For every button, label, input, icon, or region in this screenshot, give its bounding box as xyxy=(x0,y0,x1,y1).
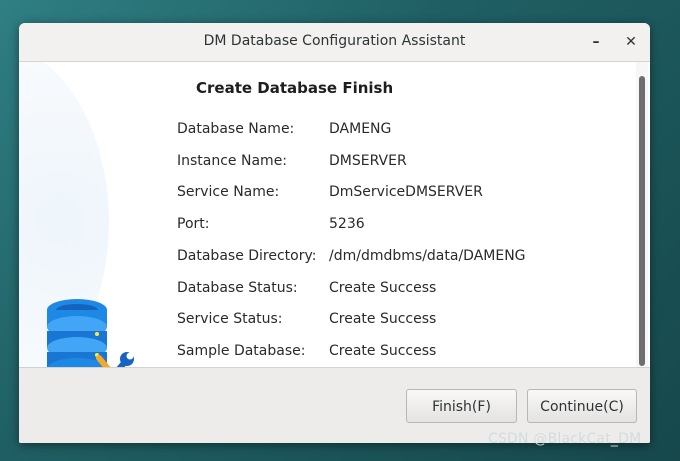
info-row-service-name: Service Name: DmServiceDMSERVER xyxy=(177,184,597,204)
info-label: Service Name: xyxy=(177,184,280,200)
info-value: Create Success xyxy=(329,280,437,296)
info-label: Port: xyxy=(177,216,210,232)
continue-button[interactable]: Continue(C) xyxy=(527,389,637,423)
info-row-database-status: Database Status: Create Success xyxy=(177,280,597,300)
info-value: /dm/dmdbms/data/DAMENG xyxy=(329,248,526,264)
info-value: DmServiceDMSERVER xyxy=(329,184,483,200)
info-value: DAMENG xyxy=(329,121,392,137)
window-title: DM Database Configuration Assistant xyxy=(203,33,466,49)
scrollbar-thumb[interactable] xyxy=(639,76,645,366)
info-label: Sample Database: xyxy=(177,343,306,359)
info-row-sample-database: Sample Database: Create Success xyxy=(177,343,597,363)
close-button[interactable]: ✕ xyxy=(620,31,642,53)
info-label: Database Name: xyxy=(177,121,295,137)
info-label: Instance Name: xyxy=(177,153,288,169)
content-area: Create Database Finish Database Name: DA… xyxy=(19,62,650,367)
title-bar[interactable]: DM Database Configuration Assistant – ✕ xyxy=(19,23,650,62)
info-row-database-name: Database Name: DAMENG xyxy=(177,121,597,141)
finish-button[interactable]: Finish(F) xyxy=(406,389,517,423)
info-value: DMSERVER xyxy=(329,153,407,169)
dialog-window: DM Database Configuration Assistant – ✕ … xyxy=(19,23,650,443)
info-label: Service Status: xyxy=(177,311,283,327)
info-row-instance-name: Instance Name: DMSERVER xyxy=(177,153,597,173)
database-tools-icon xyxy=(47,299,134,367)
page-heading: Create Database Finish xyxy=(196,79,394,97)
info-label: Database Directory: xyxy=(177,248,317,264)
vertical-scrollbar[interactable] xyxy=(636,62,648,367)
info-label: Database Status: xyxy=(177,280,298,296)
minimize-button[interactable]: – xyxy=(585,31,607,53)
watermark-text: CSDN @BlackCat_DM xyxy=(488,431,642,447)
info-row-database-directory: Database Directory: /dm/dmdbms/data/DAME… xyxy=(177,248,597,268)
info-row-port: Port: 5236 xyxy=(177,216,597,236)
info-value: 5236 xyxy=(329,216,365,232)
info-value: Create Success xyxy=(329,311,437,327)
info-row-service-status: Service Status: Create Success xyxy=(177,311,597,331)
info-value: Create Success xyxy=(329,343,437,359)
